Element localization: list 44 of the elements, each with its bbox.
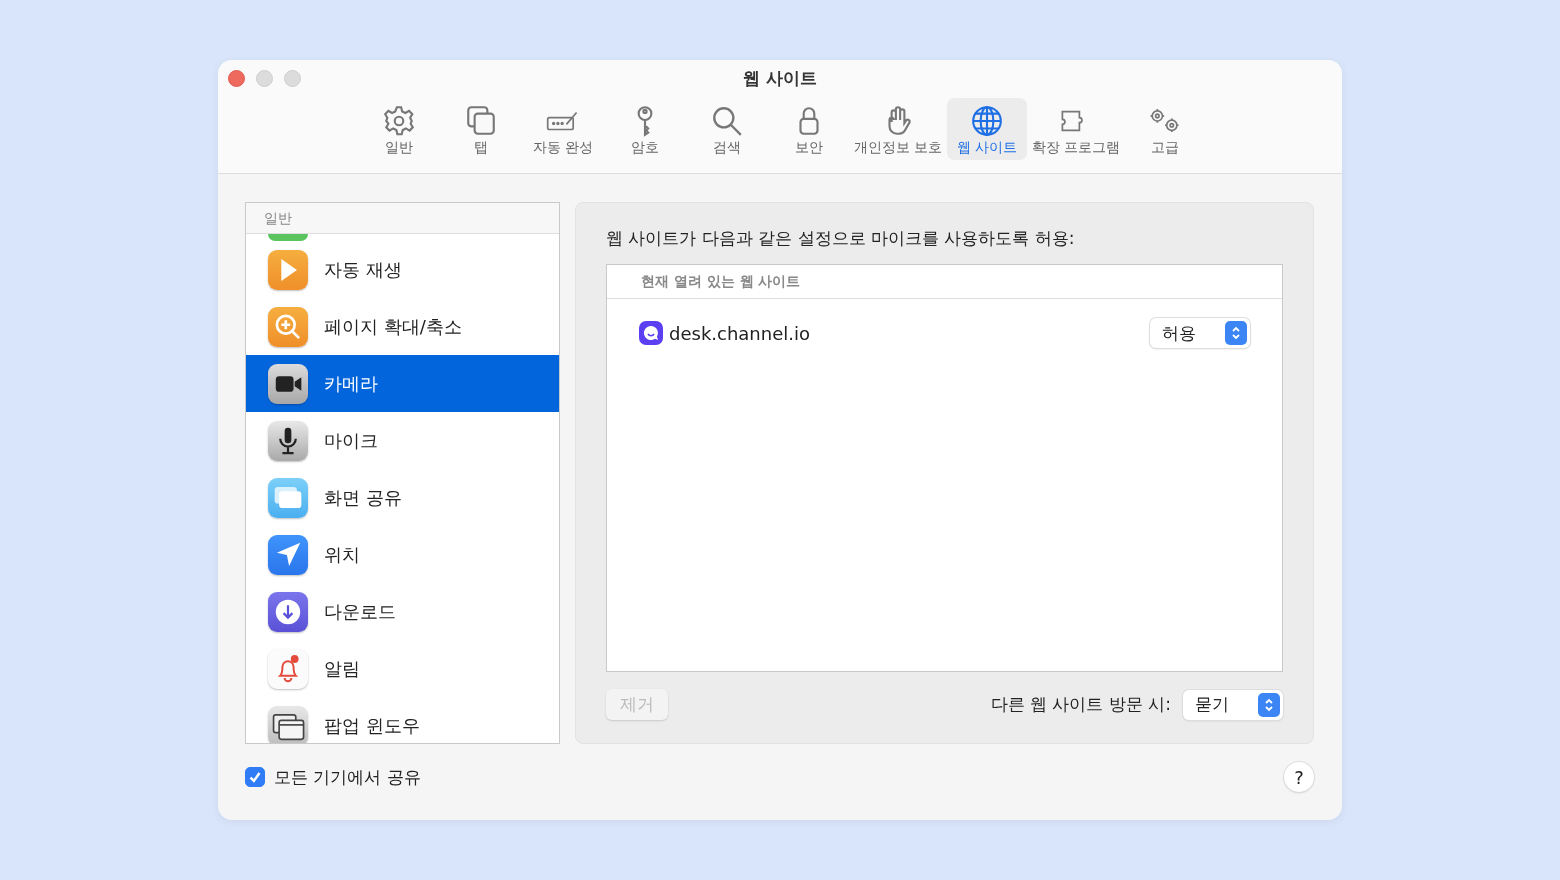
toolbar-tab[interactable]: 암호	[604, 98, 685, 160]
partial-row-icon	[268, 234, 308, 241]
globe-icon	[970, 104, 1004, 138]
sidebar-item[interactable]: 화면 공유	[246, 469, 559, 526]
gear-icon	[381, 104, 416, 138]
toolbar-tab[interactable]: 웹 사이트	[947, 98, 1027, 160]
checkbox[interactable]	[245, 767, 265, 787]
setting-popup[interactable]: 허용	[1150, 318, 1250, 348]
toolbar-tab[interactable]: 일반	[358, 98, 439, 160]
download-icon	[268, 591, 308, 632]
toolbar-tab[interactable]: 확장 프로그램	[1029, 98, 1124, 160]
column-header: 현재 열려 있는 웹 사이트	[641, 272, 801, 291]
sidebar-item[interactable]: 위치	[246, 526, 559, 583]
toolbar-tab[interactable]: 자동 완성	[522, 98, 603, 160]
checkbox-label: 모든 기기에서 공유	[274, 765, 421, 789]
play-icon	[268, 249, 308, 290]
toolbar-tab[interactable]: 고급	[1125, 98, 1206, 160]
close-button[interactable]	[228, 70, 245, 87]
toolbar-tab[interactable]: 개인정보 보호	[850, 98, 945, 160]
sidebar-item[interactable]: 페이지 확대/축소	[246, 298, 559, 355]
help-button[interactable]: ?	[1284, 762, 1314, 792]
setting-popup[interactable]: 묻기	[1183, 689, 1283, 720]
sidebar-item[interactable]: 팝업 윈도우	[246, 697, 559, 743]
chat-bubble-icon	[639, 321, 663, 345]
sidebar-item[interactable]: 카메라	[246, 355, 559, 412]
up-down-arrows-icon	[1258, 692, 1280, 717]
toolbar-tab[interactable]: 탭	[440, 98, 521, 160]
zoom-icon	[268, 306, 308, 347]
microphone-icon	[268, 420, 308, 461]
screen-share-icon	[268, 477, 308, 518]
up-down-arrows-icon	[1225, 321, 1247, 345]
sidebar-item[interactable]: 자동 재생	[246, 241, 559, 298]
toolbar-tab[interactable]: 보안	[768, 98, 849, 160]
description-text: 웹 사이트가 다음과 같은 설정으로 마이크를 사용하도록 허용:	[606, 227, 1076, 250]
website-name: desk.channel.io	[669, 322, 810, 344]
sidebar-item[interactable]: 다운로드	[246, 583, 559, 640]
window-title: 웹 사이트	[743, 66, 817, 90]
list-header: 일반	[246, 203, 559, 234]
toolbar-tab[interactable]: 검색	[686, 98, 767, 160]
sidebar-item[interactable]: 마이크	[246, 412, 559, 469]
video-camera-icon	[268, 363, 308, 404]
other-websites-label: 다른 웹 사이트 방문 시:	[990, 693, 1171, 716]
bell-icon	[268, 648, 308, 689]
sidebar-item[interactable]: 알림	[246, 640, 559, 697]
